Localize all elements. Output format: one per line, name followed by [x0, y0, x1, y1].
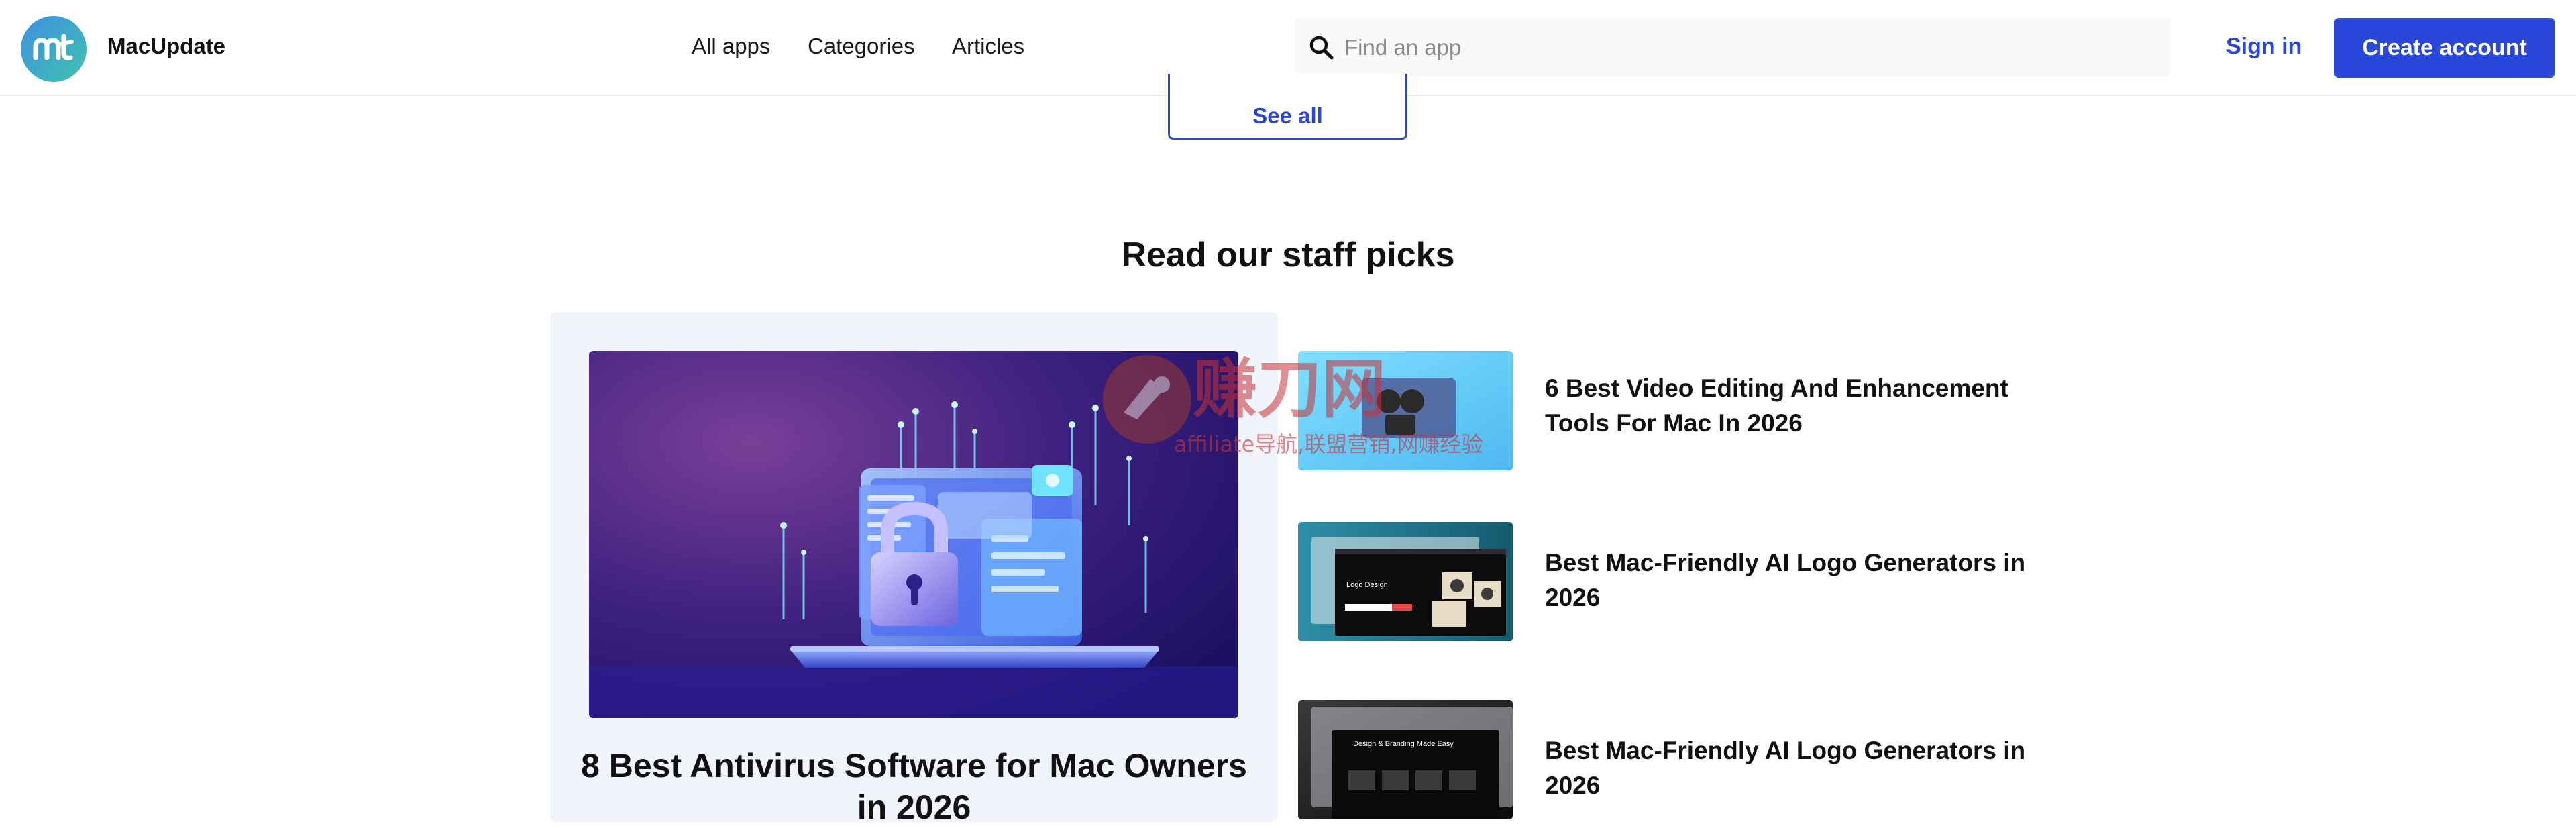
- nav-articles[interactable]: Articles: [952, 34, 1024, 59]
- article-item[interactable]: Logo Design Best Mac-Friendly AI Logo Ge…: [1298, 522, 2103, 643]
- article-item[interactable]: Design & Branding Made Easy Best Mac-Fri…: [1298, 700, 2103, 821]
- article-thumbnail[interactable]: [1298, 351, 1513, 470]
- section-title: Read our staff picks: [1121, 236, 1455, 274]
- article-thumbnail[interactable]: Design & Branding Made Easy: [1298, 700, 1513, 819]
- search-icon: [1309, 36, 1334, 60]
- search-input[interactable]: [1344, 18, 2149, 76]
- article-item[interactable]: 6 Best Video Editing And Enhancement Too…: [1298, 351, 2103, 472]
- thumbnail-text: Design & Branding Made Easy: [1353, 740, 1454, 748]
- see-all-button[interactable]: See all: [1168, 74, 1407, 140]
- article-thumbnail[interactable]: Logo Design: [1298, 522, 1513, 641]
- create-account-button[interactable]: Create account: [2334, 18, 2555, 78]
- featured-article-image[interactable]: [589, 351, 1238, 718]
- search-box[interactable]: [1295, 18, 2171, 76]
- nav-categories[interactable]: Categories: [808, 34, 915, 59]
- article-title[interactable]: 6 Best Video Editing And Enhancement Too…: [1545, 371, 2055, 441]
- nav-all-apps[interactable]: All apps: [692, 34, 770, 59]
- thumbnail-text: Logo Design: [1346, 581, 1388, 589]
- featured-article-title[interactable]: 8 Best Antivirus Software for Mac Owners…: [570, 745, 1258, 828]
- article-title[interactable]: Best Mac-Friendly AI Logo Generators in …: [1545, 546, 2055, 615]
- macupdate-logo-icon[interactable]: [21, 16, 87, 82]
- featured-article-card[interactable]: 8 Best Antivirus Software for Mac Owners…: [550, 312, 1278, 826]
- sign-in-link[interactable]: Sign in: [2226, 34, 2302, 60]
- article-title[interactable]: Best Mac-Friendly AI Logo Generators in …: [1545, 733, 2055, 803]
- brand-name[interactable]: MacUpdate: [107, 34, 225, 59]
